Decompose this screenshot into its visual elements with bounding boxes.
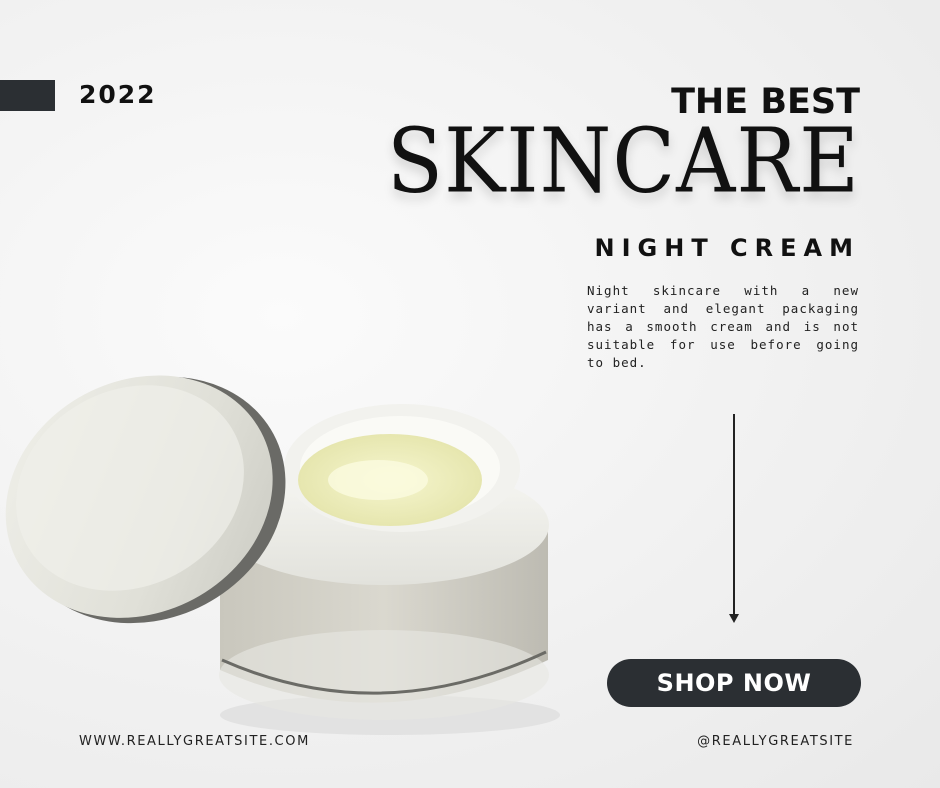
- social-handle[interactable]: @REALLYGREATSITE: [697, 734, 854, 749]
- headline-large: SKINCARE: [386, 110, 860, 214]
- shop-now-button[interactable]: SHOP NOW: [607, 659, 861, 707]
- cream-jar-image: [5, 375, 560, 735]
- year-label: 2022: [79, 80, 157, 109]
- product-description: Night skincare with a new variant and el…: [587, 283, 859, 370]
- accent-bar: [0, 80, 55, 111]
- subheadline: NIGHT CREAM: [594, 234, 860, 262]
